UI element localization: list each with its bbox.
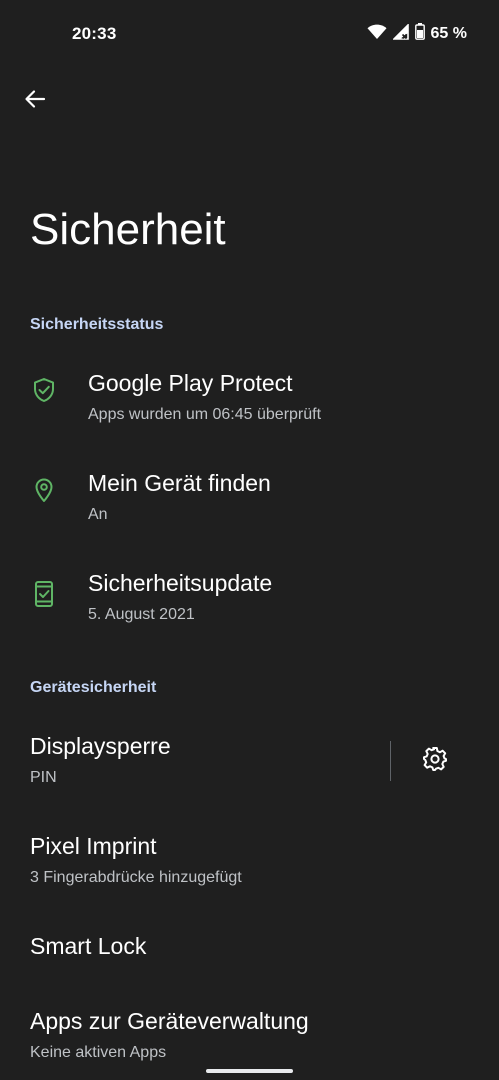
list-item-smart-lock[interactable]: Smart Lock: [0, 919, 499, 1005]
list-item-find-my-device[interactable]: Mein Gerät finden An: [0, 456, 499, 542]
item-subtitle: 5. August 2021: [88, 606, 195, 623]
wifi-icon: [367, 24, 387, 45]
status-icons: 65 %: [367, 22, 467, 46]
list-item-security-update[interactable]: Sicherheitsupdate 5. August 2021: [0, 556, 499, 642]
item-title: Displaysperre: [30, 733, 171, 759]
phone-check-icon: [30, 580, 58, 608]
item-title: Apps zur Geräteverwaltung: [30, 1008, 309, 1034]
item-title: Google Play Protect: [88, 370, 293, 396]
list-item-google-play-protect[interactable]: Google Play Protect Apps wurden um 06:45…: [0, 356, 499, 442]
screen-lock-settings-button[interactable]: [418, 744, 452, 778]
arrow-back-icon: [24, 88, 46, 115]
battery-icon: [414, 23, 425, 45]
location-pin-icon: [30, 476, 58, 504]
gesture-nav-handle[interactable]: [206, 1069, 293, 1073]
page-title: Sicherheit: [30, 205, 226, 254]
item-title: Mein Gerät finden: [88, 470, 271, 496]
section-header-security-status: Sicherheitsstatus: [30, 316, 164, 333]
item-subtitle: Keine aktiven Apps: [30, 1044, 167, 1061]
gear-icon: [422, 746, 448, 777]
battery-percentage: 65 %: [430, 25, 467, 42]
item-subtitle: An: [88, 506, 108, 523]
list-item-device-admin-apps[interactable]: Apps zur Geräteverwaltung Keine aktiven …: [0, 994, 499, 1080]
no-signal-icon: [391, 22, 409, 45]
item-title: Sicherheitsupdate: [88, 570, 273, 596]
status-bar: 20:33 65 %: [0, 0, 499, 68]
status-time: 20:33: [72, 24, 117, 43]
item-subtitle: PIN: [30, 769, 57, 786]
item-title: Smart Lock: [30, 933, 147, 959]
list-item-screen-lock[interactable]: Displaysperre PIN: [0, 719, 385, 805]
vertical-divider: [390, 741, 391, 781]
item-subtitle: 3 Fingerabdrücke hinzugefügt: [30, 869, 242, 886]
back-button[interactable]: [20, 86, 50, 116]
shield-check-icon: [30, 376, 58, 404]
list-item-pixel-imprint[interactable]: Pixel Imprint 3 Fingerabdrücke hinzugefü…: [0, 819, 499, 905]
item-subtitle: Apps wurden um 06:45 überprüft: [88, 406, 322, 423]
item-title: Pixel Imprint: [30, 833, 157, 859]
section-header-device-security: Gerätesicherheit: [30, 679, 157, 696]
